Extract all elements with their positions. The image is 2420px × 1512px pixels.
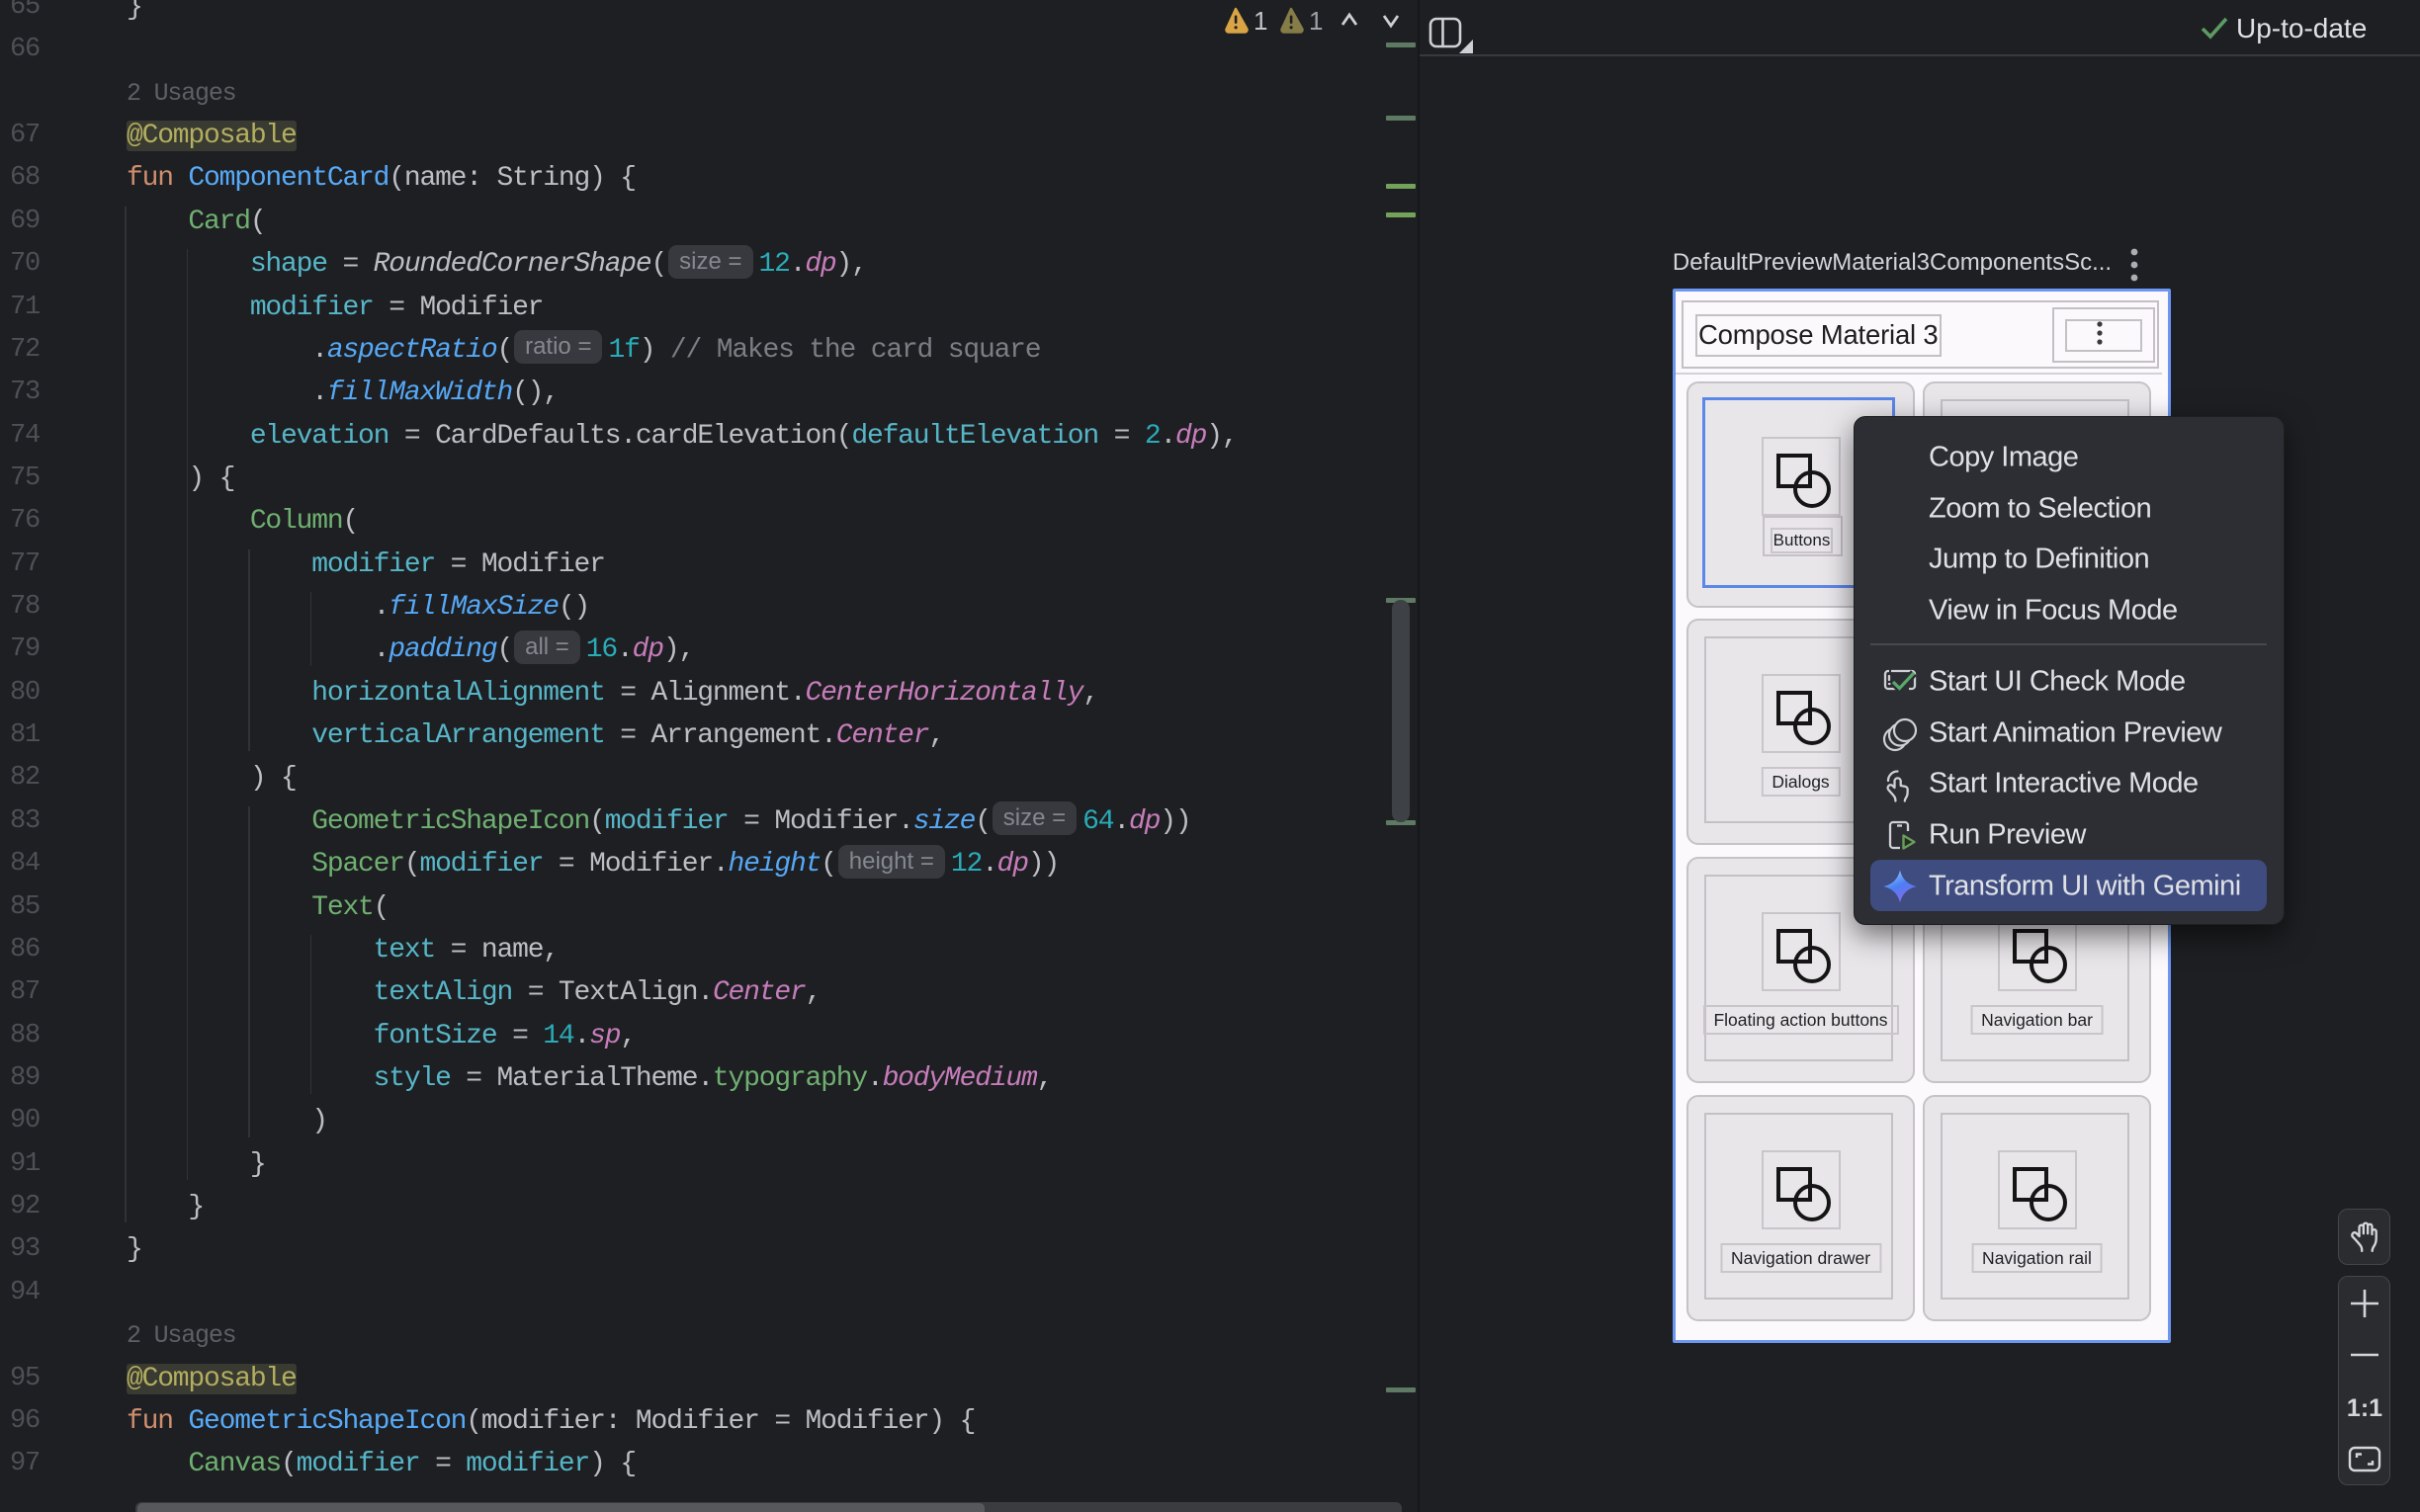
svg-text:1:1: 1:1: [2347, 1394, 2382, 1422]
svg-text:1: 1: [1309, 6, 1323, 36]
svg-text:1: 1: [1253, 6, 1267, 36]
